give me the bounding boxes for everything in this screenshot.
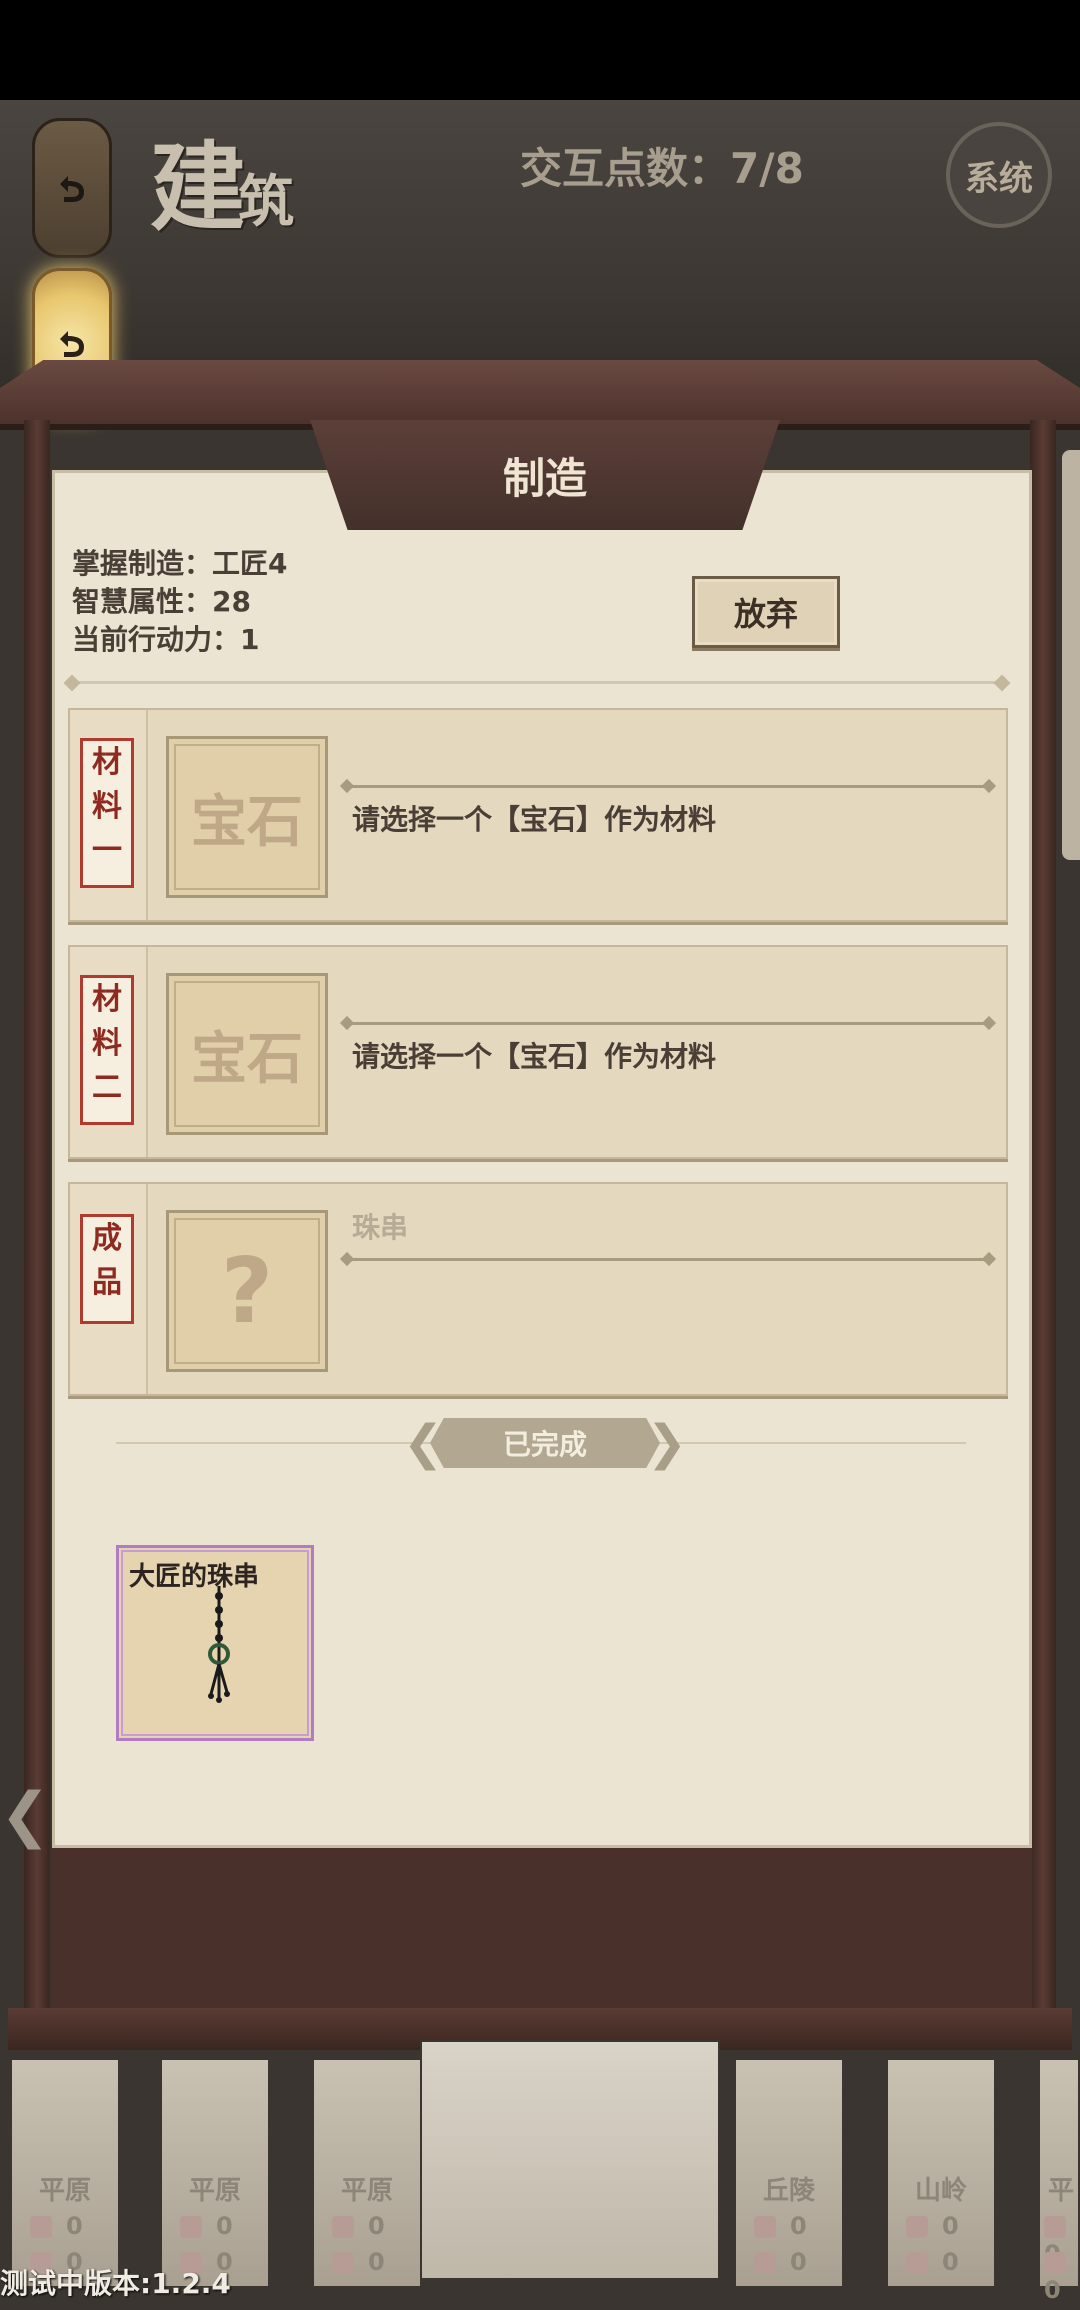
- brand-main: 建: [150, 131, 246, 244]
- tag-char: 成: [92, 1221, 122, 1256]
- map-tile[interactable]: 平原 0 0: [160, 2058, 270, 2288]
- mastery-stat: 掌握制造：工匠4: [72, 547, 288, 580]
- system-button[interactable]: 系统: [946, 122, 1052, 228]
- tile-stat: 0: [906, 2248, 959, 2276]
- slot-tag: 材 料 二: [80, 975, 134, 1125]
- material-icon-box[interactable]: 宝石: [166, 973, 328, 1135]
- map-tile[interactable]: 平原 0 0: [10, 2058, 120, 2288]
- abandon-button[interactable]: 放弃: [692, 576, 840, 648]
- version-label: 测试中版本:1.2.4: [0, 2267, 231, 2300]
- tile-stat: 0: [180, 2212, 233, 2240]
- interaction-points: 交互点数：7/8: [520, 144, 804, 193]
- chevron-left-nav-icon[interactable]: ❮: [0, 1780, 50, 1850]
- map-tile[interactable]: 丘陵 0 0: [734, 2058, 844, 2288]
- slot-message: 请选择一个【宝石】作为材料: [352, 1040, 717, 1073]
- tile-stat: 0: [332, 2248, 385, 2276]
- crafting-stats: 掌握制造：工匠4 智慧属性：28 当前行动力：1: [72, 545, 287, 659]
- person-icon: [1044, 2252, 1066, 2274]
- bead-string-icon: [208, 1586, 230, 1703]
- tile-stat: 0: [906, 2212, 959, 2240]
- right-pillar: [1030, 420, 1056, 2020]
- product-icon-box[interactable]: ?: [166, 1210, 328, 1372]
- tile-stat: 0: [30, 2212, 83, 2240]
- brand-small: 筑: [238, 169, 294, 235]
- completed-label: 已完成: [430, 1418, 660, 1468]
- slot-message: 请选择一个【宝石】作为材料: [352, 803, 717, 836]
- slot-tag: 成 品: [80, 1214, 134, 1324]
- status-bar: [0, 0, 1080, 100]
- tag-char: 材: [92, 745, 122, 780]
- map-tile[interactable]: 平原 0 0: [312, 2058, 422, 2288]
- tile-name: 平原: [38, 2176, 91, 2206]
- map-tile[interactable]: 平 0 0: [1038, 2058, 1080, 2304]
- flag-icon: [1044, 2216, 1066, 2238]
- divider: [72, 681, 1002, 684]
- material-slot-1[interactable]: 材 料 一 宝石 请选择一个【宝石】作为材料: [68, 708, 1008, 922]
- tag-char: 二: [92, 1070, 122, 1105]
- completed-header: ❮ 已完成 ❯: [403, 1415, 687, 1471]
- slot-divider: [346, 1022, 990, 1025]
- tile-name: 平原: [188, 2176, 241, 2206]
- wisdom-stat: 智慧属性：28: [72, 585, 251, 618]
- tile-name: 平原: [340, 2176, 393, 2206]
- undo-arrow-icon: [60, 176, 84, 202]
- slot-tag: 材 料 一: [80, 738, 134, 888]
- tile-stat: 0: [332, 2212, 385, 2240]
- panel-title-plaque: 制造: [310, 420, 780, 530]
- tag-char: 材: [92, 982, 122, 1017]
- slot-divider: [346, 1258, 990, 1261]
- tag-char: 品: [92, 1265, 122, 1300]
- flag-icon: [30, 2216, 52, 2238]
- torii-beam: [0, 360, 1080, 430]
- tile-stat: 0: [1044, 2248, 1080, 2304]
- flag-icon: [180, 2216, 202, 2238]
- flag-icon: [906, 2216, 928, 2238]
- completed-item-card[interactable]: 大匠的珠串: [116, 1545, 314, 1741]
- chevron-right-icon: ❯: [646, 1415, 687, 1471]
- panel-title: 制造: [502, 453, 587, 503]
- tile-name: 丘陵: [762, 2176, 815, 2206]
- back-button[interactable]: [32, 118, 112, 258]
- slot-tag-column: 材 料 一: [70, 710, 148, 920]
- tile-stat: 0: [754, 2212, 807, 2240]
- tag-char: 料: [92, 789, 122, 824]
- page-brand: 建筑: [150, 110, 294, 249]
- slot-tag-column: 成 品: [70, 1184, 148, 1394]
- panel-bottom-decoration: [52, 1848, 1032, 2008]
- product-name: 珠串: [352, 1211, 409, 1244]
- person-icon: [332, 2252, 354, 2274]
- tile-name: 平: [1048, 2176, 1075, 2206]
- tile-name: 山岭: [914, 2176, 967, 2206]
- tag-char: 料: [92, 1026, 122, 1061]
- person-icon: [906, 2252, 928, 2274]
- flag-icon: [754, 2216, 776, 2238]
- flag-icon: [332, 2216, 354, 2238]
- map-tile[interactable]: 山岭 0 0: [886, 2058, 996, 2288]
- slot-divider: [346, 785, 990, 788]
- product-slot[interactable]: 成 品 ? 珠串: [68, 1182, 1008, 1396]
- material-slot-2[interactable]: 材 料 二 宝石 请选择一个【宝石】作为材料: [68, 945, 1008, 1159]
- action-points-stat: 当前行动力：1: [72, 623, 260, 656]
- town-building-tile[interactable]: [420, 2040, 720, 2280]
- tile-stat: 0: [754, 2248, 807, 2276]
- material-icon-box[interactable]: 宝石: [166, 736, 328, 898]
- undo-arrow-icon: [60, 331, 84, 357]
- tag-char: 一: [92, 833, 122, 868]
- side-scroll-handle[interactable]: [1062, 450, 1080, 860]
- slot-tag-column: 材 料 二: [70, 947, 148, 1157]
- person-icon: [754, 2252, 776, 2274]
